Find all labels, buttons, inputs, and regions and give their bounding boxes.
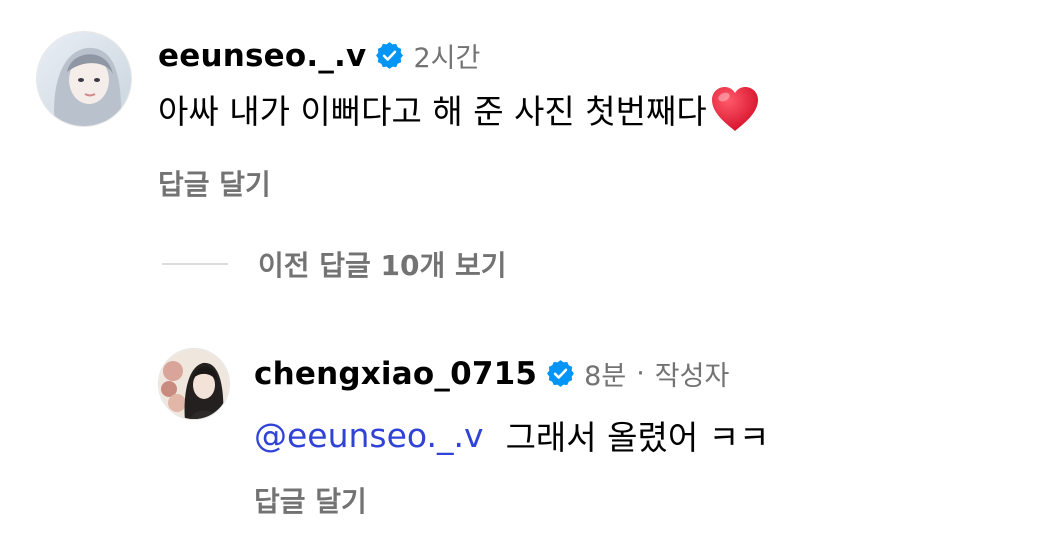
meta-separator: · <box>636 358 645 389</box>
reply-button[interactable]: 답글 달기 <box>158 163 271 203</box>
view-replies-label: 이전 답글 10개 보기 <box>258 249 507 282</box>
author-tag: 작성자 <box>654 361 730 392</box>
avatar-chengxiao[interactable] <box>158 348 230 420</box>
comment-text: 아싸 내가 이뻐다고 해 준 사진 첫번째다 <box>158 92 707 131</box>
reply-text: 그래서 올렸어 ㅋㅋ <box>505 418 770 457</box>
reply-body: @eeunseo._.v 그래서 올렸어 ㅋㅋ <box>254 411 769 459</box>
profile-photo-icon <box>37 32 131 126</box>
mention-link[interactable]: @eeunseo._.v <box>254 416 484 455</box>
comment-timestamp: 2시간 <box>413 43 481 74</box>
view-previous-replies-button[interactable]: 이전 답글 10개 보기 <box>162 244 507 284</box>
verified-badge-icon <box>375 41 404 70</box>
divider-line <box>162 263 228 265</box>
comment-username[interactable]: eeunseo._.v <box>158 38 366 74</box>
avatar-eeunseo[interactable] <box>36 31 132 127</box>
reply-header: chengxiao_0715 8분 · 작성자 <box>254 354 729 393</box>
verified-badge-icon <box>546 359 575 388</box>
profile-photo-icon <box>159 349 229 419</box>
reply-timestamp: 8분 <box>584 361 627 392</box>
reply-username[interactable]: chengxiao_0715 <box>254 356 537 392</box>
reply-button[interactable]: 답글 달기 <box>254 480 367 520</box>
comment-header: eeunseo._.v 2시간 <box>158 36 480 75</box>
comment-body: 아싸 내가 이뻐다고 해 준 사진 첫번째다 <box>158 84 761 134</box>
red-heart-emoji-icon <box>709 84 761 134</box>
